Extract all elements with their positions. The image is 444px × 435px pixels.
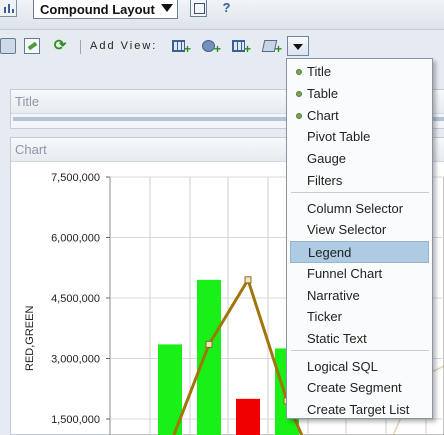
menu-item-ticker[interactable]: Ticker (290, 306, 429, 328)
menu-item-create-segment[interactable]: Create Segment (290, 377, 429, 399)
help-icon[interactable]: ? (218, 0, 235, 17)
menu-item-create-target-list[interactable]: Create Target List (290, 399, 429, 421)
menu-item-label: Table (307, 86, 339, 101)
menu-separator (291, 192, 429, 193)
add-table-icon[interactable]: + (171, 38, 191, 55)
refresh-icon[interactable]: ⟳ (52, 38, 68, 54)
menu-item-title[interactable]: Title (290, 61, 429, 83)
menu-item-view-selector[interactable]: View Selector (290, 219, 429, 241)
menu-item-label: Narrative (307, 288, 360, 303)
top-toolbar: Compound Layout ? (0, 0, 444, 30)
add-view-label: Add View: (90, 40, 158, 52)
menu-item-label: Static Text (307, 331, 367, 346)
menu-item-label: Title (307, 64, 332, 79)
added-indicator-icon (296, 91, 302, 97)
menu-item-label: Column Selector (307, 201, 404, 216)
added-indicator-icon (296, 69, 302, 75)
menu-item-gauge[interactable]: Gauge (290, 148, 429, 170)
menu-item-label: Gauge (307, 151, 347, 166)
y-tick-label: 4,500,000 (51, 293, 100, 305)
layout-select[interactable]: Compound Layout (33, 0, 178, 19)
chevron-down-icon (293, 44, 303, 50)
layout-select-value: Compound Layout (40, 1, 155, 17)
menu-item-filters[interactable]: Filters (290, 170, 429, 192)
y-tick-label: 6,000,000 (51, 233, 100, 245)
menu-item-label: Ticker (307, 309, 342, 324)
menu-item-static-text[interactable]: Static Text (290, 328, 429, 350)
bar-green (197, 279, 221, 435)
chevron-down-icon (161, 4, 173, 12)
menu-item-label: Chart (307, 108, 339, 123)
menu-item-label: Create Segment (307, 380, 402, 395)
menu-item-funnel-chart[interactable]: Funnel Chart (290, 263, 429, 285)
add-view-menu: Title Table Chart Pivot Table Gauge Filters Co… (286, 58, 433, 419)
bar-red (236, 398, 260, 435)
menu-item-logical-sql[interactable]: Logical SQL (290, 356, 429, 378)
bar-chart-app-icon[interactable] (0, 0, 17, 17)
line-point-marker (205, 340, 213, 348)
menu-item-pivot-table[interactable]: Pivot Table (290, 126, 429, 148)
menu-item-label: Filters (307, 173, 343, 188)
menu-item-table[interactable]: Table (290, 83, 429, 105)
add-view-dropdown-button[interactable] (287, 36, 309, 56)
add-chart-icon[interactable]: + (201, 38, 221, 55)
y-tick-label: 7,500,000 (51, 172, 100, 184)
y-tick-label: 1,500,000 (51, 414, 100, 426)
menu-item-column-selector[interactable]: Column Selector (290, 198, 429, 220)
y-axis-label: RED,GREEN (24, 306, 36, 371)
menu-item-label: Legend (308, 245, 352, 260)
add-pivot-icon[interactable]: + (231, 38, 251, 55)
edit-icon[interactable] (24, 38, 40, 54)
properties-icon[interactable] (190, 0, 207, 17)
menu-item-label: View Selector (307, 222, 387, 237)
menu-item-label: Create Target List (307, 402, 410, 417)
line-point-marker (244, 276, 252, 284)
menu-item-label: Funnel Chart (307, 266, 383, 281)
add-filter-icon[interactable]: + (261, 38, 282, 55)
chart-options-icon[interactable] (0, 38, 16, 54)
menu-separator (291, 350, 429, 351)
menu-item-narrative[interactable]: Narrative (290, 285, 429, 307)
menu-item-legend[interactable]: Legend (290, 241, 429, 263)
toolbar-divider (80, 40, 81, 54)
y-tick-label: 3,000,000 (51, 354, 100, 366)
added-indicator-icon (296, 113, 302, 119)
menu-item-chart[interactable]: Chart (290, 105, 429, 127)
menu-item-label: Pivot Table (307, 129, 371, 144)
menu-item-label: Logical SQL (307, 359, 378, 374)
